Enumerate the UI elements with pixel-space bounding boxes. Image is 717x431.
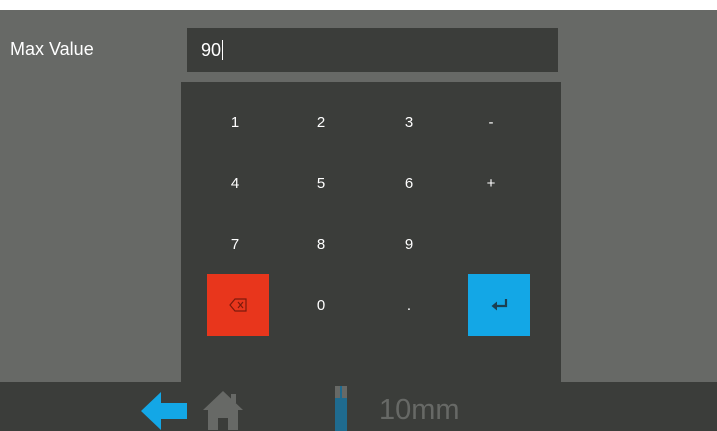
- value-input[interactable]: 90: [187, 28, 558, 72]
- length-readout: 10mm: [379, 394, 460, 426]
- key-4[interactable]: 4: [204, 152, 266, 214]
- key-5[interactable]: 5: [290, 152, 352, 214]
- key-plus[interactable]: +: [460, 152, 522, 214]
- key-decimal-point[interactable]: .: [378, 274, 440, 336]
- key-6[interactable]: 6: [378, 152, 440, 214]
- key-1[interactable]: 1: [204, 91, 266, 153]
- top-strip: [0, 0, 717, 10]
- key-2[interactable]: 2: [290, 91, 352, 153]
- key-8[interactable]: 8: [290, 213, 352, 275]
- back-arrow-icon[interactable]: [141, 392, 187, 430]
- value-text: 90: [201, 39, 222, 60]
- field-label: Max Value: [10, 39, 94, 59]
- text-caret: [222, 40, 224, 60]
- key-3[interactable]: 3: [378, 91, 440, 153]
- home-icon[interactable]: [202, 390, 244, 430]
- key-0[interactable]: 0: [290, 274, 352, 336]
- key-minus[interactable]: -: [460, 91, 522, 153]
- numeric-keypad: 1 2 3 - 4 5 6 + 7 8 9 0 .: [181, 82, 561, 382]
- bottom-bar: [0, 382, 717, 431]
- enter-button[interactable]: [468, 274, 530, 336]
- key-7[interactable]: 7: [204, 213, 266, 275]
- tool-icon: [335, 386, 347, 431]
- backspace-button[interactable]: [207, 274, 269, 336]
- backspace-icon: [229, 298, 247, 312]
- enter-icon: [491, 299, 508, 311]
- key-9[interactable]: 9: [378, 213, 440, 275]
